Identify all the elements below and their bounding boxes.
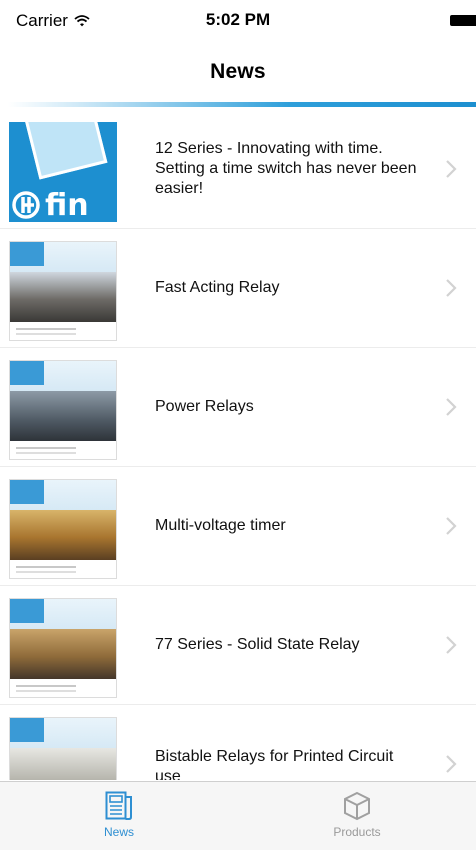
newspaper-icon — [105, 791, 132, 820]
tab-products[interactable]: Products — [238, 782, 476, 850]
news-thumbnail — [9, 598, 117, 698]
finder-logo-icon — [12, 191, 40, 219]
news-thumbnail: fin — [9, 122, 117, 222]
news-title: Power Relays — [155, 398, 254, 415]
news-title: Fast Acting Relay — [155, 279, 280, 296]
chevron-right-icon — [446, 636, 457, 654]
news-title: 12 Series - Innovating with time. Settin… — [155, 140, 417, 197]
finder-logo: fin — [9, 188, 117, 222]
logo-text: fin — [45, 187, 89, 223]
news-item[interactable]: fin 12 Series - Innovating with time. Se… — [0, 110, 476, 229]
chevron-right-icon — [446, 755, 457, 773]
battery-icon — [450, 15, 476, 26]
news-title: 77 Series - Solid State Relay — [155, 636, 360, 653]
news-thumbnail — [9, 360, 117, 460]
news-thumbnail — [9, 479, 117, 579]
relay-image — [24, 122, 108, 180]
tab-bar: News Products — [0, 781, 476, 850]
wifi-icon — [74, 15, 90, 27]
chevron-right-icon — [446, 160, 457, 178]
page-title: News — [210, 60, 266, 83]
box-icon — [344, 791, 370, 821]
news-thumbnail — [9, 717, 117, 780]
news-title: Multi-voltage timer — [155, 517, 286, 534]
header-divider — [8, 102, 476, 107]
chevron-right-icon — [446, 398, 457, 416]
tab-news-label: News — [103, 825, 134, 839]
navigation-bar: News — [0, 42, 476, 102]
tab-products-label: Products — [333, 825, 381, 839]
news-list[interactable]: fin 12 Series - Innovating with time. Se… — [0, 110, 476, 780]
news-item[interactable]: Fast Acting Relay — [0, 229, 476, 348]
tab-news[interactable]: News — [0, 782, 238, 850]
status-bar: Carrier 5:02 PM — [0, 0, 476, 40]
carrier-indicator: Carrier — [16, 11, 90, 31]
news-item[interactable]: Multi-voltage timer — [0, 467, 476, 586]
chevron-right-icon — [446, 279, 457, 297]
news-item[interactable]: Power Relays — [0, 348, 476, 467]
chevron-right-icon — [446, 517, 457, 535]
carrier-label: Carrier — [16, 11, 68, 30]
news-item[interactable]: 77 Series - Solid State Relay — [0, 586, 476, 705]
news-item[interactable]: Bistable Relays for Printed Circuit use — [0, 705, 476, 780]
news-thumbnail — [9, 241, 117, 341]
news-title: Bistable Relays for Printed Circuit use — [155, 748, 394, 780]
clock: 5:02 PM — [205, 10, 271, 29]
